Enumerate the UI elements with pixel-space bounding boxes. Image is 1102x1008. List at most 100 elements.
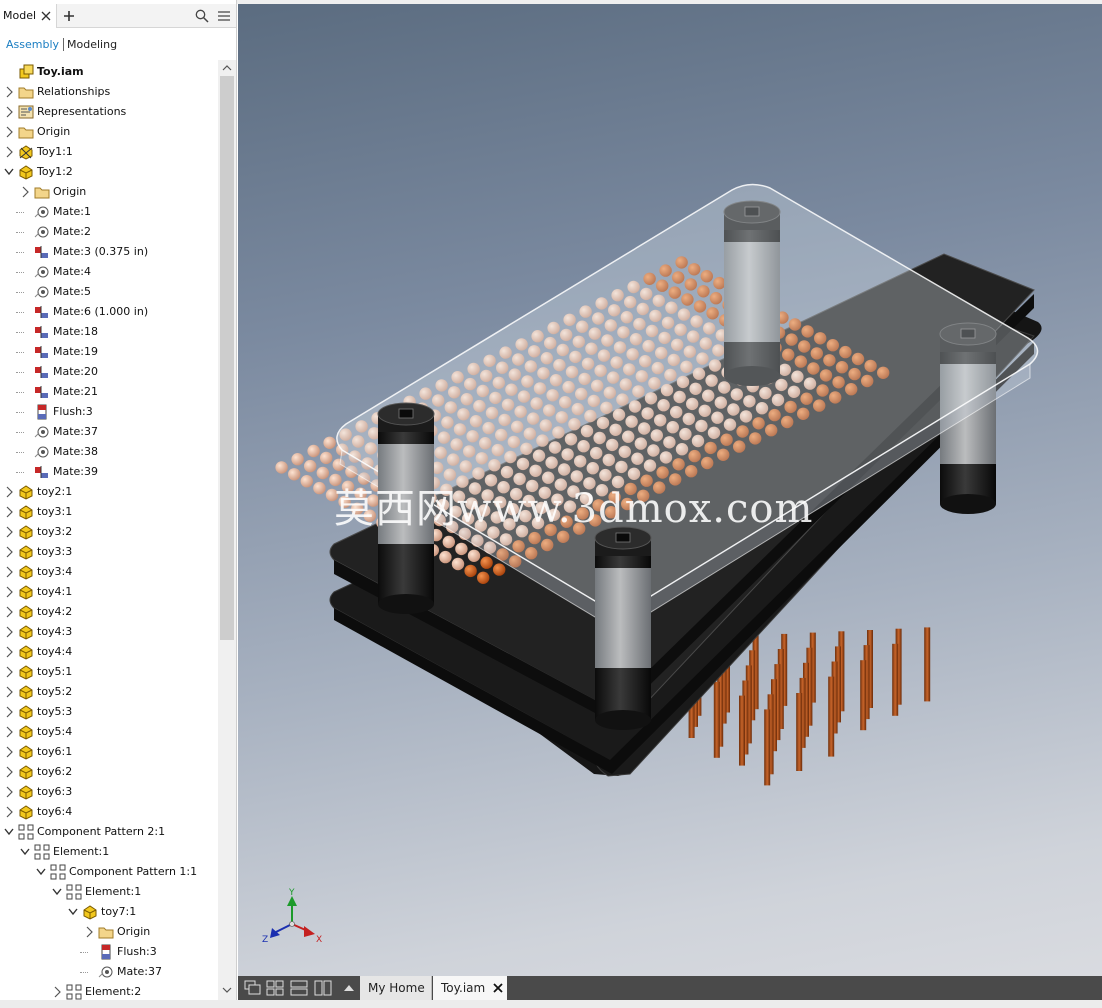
tree-node[interactable]: Mate:21 <box>0 382 218 402</box>
tree-node[interactable]: Component Pattern 1:1 <box>0 862 218 882</box>
chevron-right-icon[interactable] <box>4 766 14 778</box>
tree-node[interactable]: Origin <box>0 182 218 202</box>
scroll-up-icon[interactable] <box>220 62 234 74</box>
document-list-arrow-icon[interactable] <box>340 980 358 996</box>
chevron-right-icon[interactable] <box>4 606 14 618</box>
chevron-down-icon[interactable] <box>20 846 30 858</box>
tile-horizontal-icon[interactable] <box>290 980 308 996</box>
tree-node[interactable]: Relationships <box>0 82 218 102</box>
tree-node[interactable]: toy4:3 <box>0 622 218 642</box>
chevron-right-icon[interactable] <box>20 186 30 198</box>
triad-y-label: Y <box>288 888 295 898</box>
chevron-right-icon[interactable] <box>4 566 14 578</box>
chevron-right-icon[interactable] <box>4 666 14 678</box>
assembly-mode-link[interactable]: Assembly <box>6 38 59 51</box>
tree-node[interactable]: toy7:1 <box>0 902 218 922</box>
chevron-right-icon[interactable] <box>4 686 14 698</box>
tree-node[interactable]: Mate:38 <box>0 442 218 462</box>
tree-node[interactable]: Toy1:1 <box>0 142 218 162</box>
tree-node[interactable]: Origin <box>0 922 218 942</box>
tree-node[interactable]: toy4:2 <box>0 602 218 622</box>
tree-node[interactable]: Flush:3 <box>0 942 218 962</box>
chevron-right-icon[interactable] <box>4 126 14 138</box>
tree-node[interactable]: toy5:1 <box>0 662 218 682</box>
tree-node[interactable]: toy5:3 <box>0 702 218 722</box>
add-tab-icon[interactable] <box>62 4 76 28</box>
chevron-right-icon[interactable] <box>4 646 14 658</box>
chevron-down-icon[interactable] <box>4 166 14 178</box>
view-triad-icon[interactable]: Y Z X <box>260 884 330 954</box>
chevron-right-icon[interactable] <box>4 726 14 738</box>
tree-node[interactable]: toy3:3 <box>0 542 218 562</box>
search-icon[interactable] <box>195 9 209 23</box>
tree-node[interactable]: Flush:3 <box>0 402 218 422</box>
hamburger-menu-icon[interactable] <box>217 10 231 22</box>
tree-node[interactable]: Mate:20 <box>0 362 218 382</box>
chevron-down-icon[interactable] <box>36 866 46 878</box>
part-icon <box>19 645 33 660</box>
chevron-right-icon[interactable] <box>4 106 14 118</box>
chevron-right-icon[interactable] <box>4 746 14 758</box>
tree-node[interactable]: Mate:19 <box>0 342 218 362</box>
tree-node[interactable]: toy3:2 <box>0 522 218 542</box>
modeling-mode-link[interactable]: Modeling <box>67 38 117 51</box>
scroll-down-icon[interactable] <box>220 984 234 996</box>
tree-node[interactable]: toy4:1 <box>0 582 218 602</box>
tab-model[interactable]: Model <box>0 4 57 28</box>
graphics-viewport[interactable]: 莫西网www.3dmox.com Y Z X <box>238 4 1102 976</box>
chevron-down-icon[interactable] <box>4 826 14 838</box>
chevron-right-icon[interactable] <box>4 486 14 498</box>
tree-node[interactable]: toy4:4 <box>0 642 218 662</box>
tree-node[interactable]: Mate:37 <box>0 422 218 442</box>
chevron-right-icon[interactable] <box>4 626 14 638</box>
tab-toy-iam[interactable]: Toy.iam <box>433 976 507 1000</box>
tree-node[interactable]: Origin <box>0 122 218 142</box>
chevron-right-icon[interactable] <box>4 786 14 798</box>
tree-node[interactable]: toy6:3 <box>0 782 218 802</box>
cascade-windows-icon[interactable] <box>244 980 262 996</box>
tree-node[interactable]: Mate:18 <box>0 322 218 342</box>
chevron-right-icon[interactable] <box>4 526 14 538</box>
tree-node[interactable]: Mate:1 <box>0 202 218 222</box>
tree-node[interactable]: Toy1:2 <box>0 162 218 182</box>
tree-node[interactable]: toy6:2 <box>0 762 218 782</box>
tree-node[interactable]: toy3:4 <box>0 562 218 582</box>
tree-node[interactable]: toy6:4 <box>0 802 218 822</box>
tile-vertical-icon[interactable] <box>314 980 332 996</box>
tree-node[interactable]: Element:1 <box>0 882 218 902</box>
chevron-right-icon[interactable] <box>4 86 14 98</box>
tree-node[interactable]: Mate:39 <box>0 462 218 482</box>
chevron-right-icon[interactable] <box>4 806 14 818</box>
chevron-right-icon[interactable] <box>4 586 14 598</box>
tree-node[interactable]: Toy.iam <box>0 62 218 82</box>
chevron-right-icon[interactable] <box>4 146 14 158</box>
scrollbar-thumb[interactable] <box>220 76 234 640</box>
close-icon[interactable] <box>493 983 503 993</box>
tree-scrollbar[interactable] <box>218 60 236 1000</box>
chevron-down-icon[interactable] <box>68 906 78 918</box>
tree-node[interactable]: toy6:1 <box>0 742 218 762</box>
tree-node[interactable]: Mate:37 <box>0 962 218 982</box>
tree-node[interactable]: toy5:4 <box>0 722 218 742</box>
tree-node[interactable]: Representations <box>0 102 218 122</box>
chevron-right-icon[interactable] <box>4 706 14 718</box>
tree-node[interactable]: toy2:1 <box>0 482 218 502</box>
tree-node[interactable]: Mate:5 <box>0 282 218 302</box>
chevron-right-icon[interactable] <box>52 986 62 998</box>
tree-node[interactable]: Mate:6 (1.000 in) <box>0 302 218 322</box>
tree-node[interactable]: Mate:3 (0.375 in) <box>0 242 218 262</box>
tile-windows-icon[interactable] <box>266 980 284 996</box>
chevron-right-icon[interactable] <box>84 926 94 938</box>
chevron-right-icon[interactable] <box>4 546 14 558</box>
tree-node[interactable]: Element:2 <box>0 982 218 1002</box>
tree-node[interactable]: Element:1 <box>0 842 218 862</box>
tree-node[interactable]: Component Pattern 2:1 <box>0 822 218 842</box>
tab-my-home[interactable]: My Home <box>360 976 432 1000</box>
tree-node[interactable]: Mate:2 <box>0 222 218 242</box>
tree-node[interactable]: Mate:4 <box>0 262 218 282</box>
tree-node[interactable]: toy3:1 <box>0 502 218 522</box>
tree-node[interactable]: toy5:2 <box>0 682 218 702</box>
chevron-down-icon[interactable] <box>52 886 62 898</box>
chevron-right-icon[interactable] <box>4 506 14 518</box>
close-icon[interactable] <box>40 9 52 23</box>
